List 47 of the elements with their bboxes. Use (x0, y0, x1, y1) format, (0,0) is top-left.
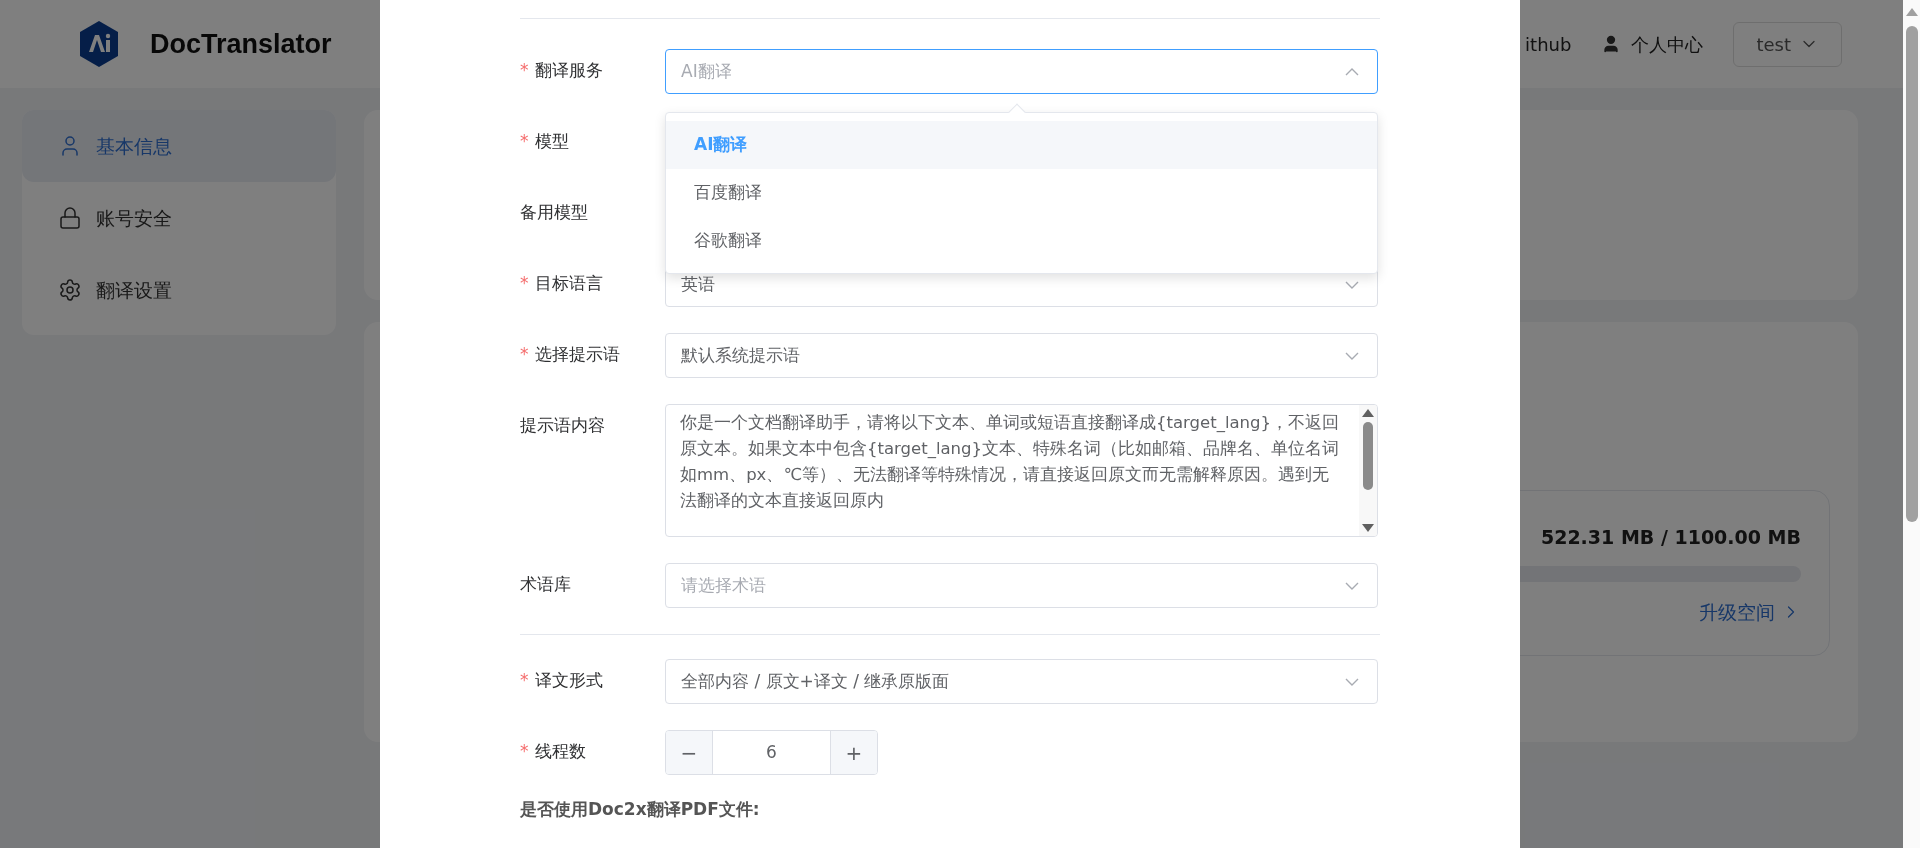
header-link[interactable]: ithub (1525, 30, 1572, 58)
settings-icon (58, 278, 82, 302)
sidebar-item[interactable]: 基本信息 (22, 110, 336, 182)
field-label: 模型 (534, 130, 569, 154)
textarea-text: 你是一个文档翻译助手，请将以下文本、单词或短语直接翻译成{target_lang}，不返回原文本。如果文本中包含{target_lang}文本、特殊名词（比如邮箱、品牌名、单位名词如mm、px、℃等）、无法翻译等特殊情况，请直接返回原文而无需解释原因。遇到无法翻译的文本直接返回原内 (679, 412, 1341, 512)
brand-name: DocTranslator (150, 27, 332, 61)
storage-usage: 522.31 MB / 1100.00 MB (1540, 525, 1801, 550)
select-value: 全部内容 / 原文+译文 / 继承原版面 (681, 669, 951, 693)
chevron-down-icon (1345, 351, 1359, 360)
field-label: 提示语内容 (520, 414, 605, 438)
field-label: 译文形式 (534, 669, 603, 693)
select-placeholder: AI翻译 (681, 59, 733, 83)
page-scrollbar[interactable] (1903, 0, 1920, 848)
select-placeholder: 请选择术语 (681, 573, 767, 597)
select-value: 默认系统提示语 (681, 343, 801, 367)
select-field[interactable]: 默认系统提示语 (665, 333, 1378, 378)
field-label: 目标语言 (534, 272, 603, 296)
select-field[interactable]: 全部内容 / 原文+译文 / 继承原版面 (665, 659, 1378, 704)
header-link[interactable]: 个人中心 (1601, 30, 1704, 58)
field-label: 备用模型 (520, 201, 588, 225)
dropdown-option[interactable]: 百度翻译 (666, 169, 1377, 217)
required-asterisk: * (520, 130, 529, 154)
chevron-up-icon (1345, 67, 1359, 76)
chevron-down-icon (1345, 280, 1359, 289)
select-value: 英语 (681, 272, 716, 296)
chevron-down-icon (1345, 677, 1359, 686)
field-label: 线程数 (534, 740, 586, 764)
lock-icon (58, 206, 82, 230)
field-label: 术语库 (520, 573, 571, 597)
dropdown-option[interactable]: AI翻译 (666, 121, 1377, 169)
chevron-down-icon (1345, 581, 1359, 590)
doc2x-label: 是否使用Doc2x翻译PDF文件: (520, 798, 761, 821)
field-label: 选择提示语 (534, 343, 620, 367)
scrollbar[interactable] (1359, 405, 1377, 536)
sidebar-item[interactable]: 翻译设置 (22, 254, 336, 326)
field-label: 翻译服务 (534, 59, 603, 83)
required-asterisk: * (520, 272, 529, 296)
required-asterisk: * (520, 669, 529, 693)
required-asterisk: * (520, 343, 529, 367)
prompt-textarea[interactable]: 你是一个文档翻译助手，请将以下文本、单词或短语直接翻译成{target_lang}，不返回原文本。如果文本中包含{target_lang}文本、特殊名词（比如邮箱、品牌名、单位名词如mm、px、℃等）、无法翻译等特殊情况，请直接返回原文而无需解释原因。遇到无法翻译的文本直接返回原内 (665, 404, 1378, 537)
required-asterisk: * (520, 740, 529, 764)
sidebar-item[interactable]: 账号安全 (22, 182, 336, 254)
user-menu-button[interactable]: test (1733, 21, 1842, 67)
required-asterisk: * (520, 59, 529, 83)
dropdown-option[interactable]: 谷歌翻译 (666, 217, 1377, 265)
upgrade-link[interactable]: 升级空间 (1699, 597, 1801, 626)
logo-icon (80, 21, 118, 67)
